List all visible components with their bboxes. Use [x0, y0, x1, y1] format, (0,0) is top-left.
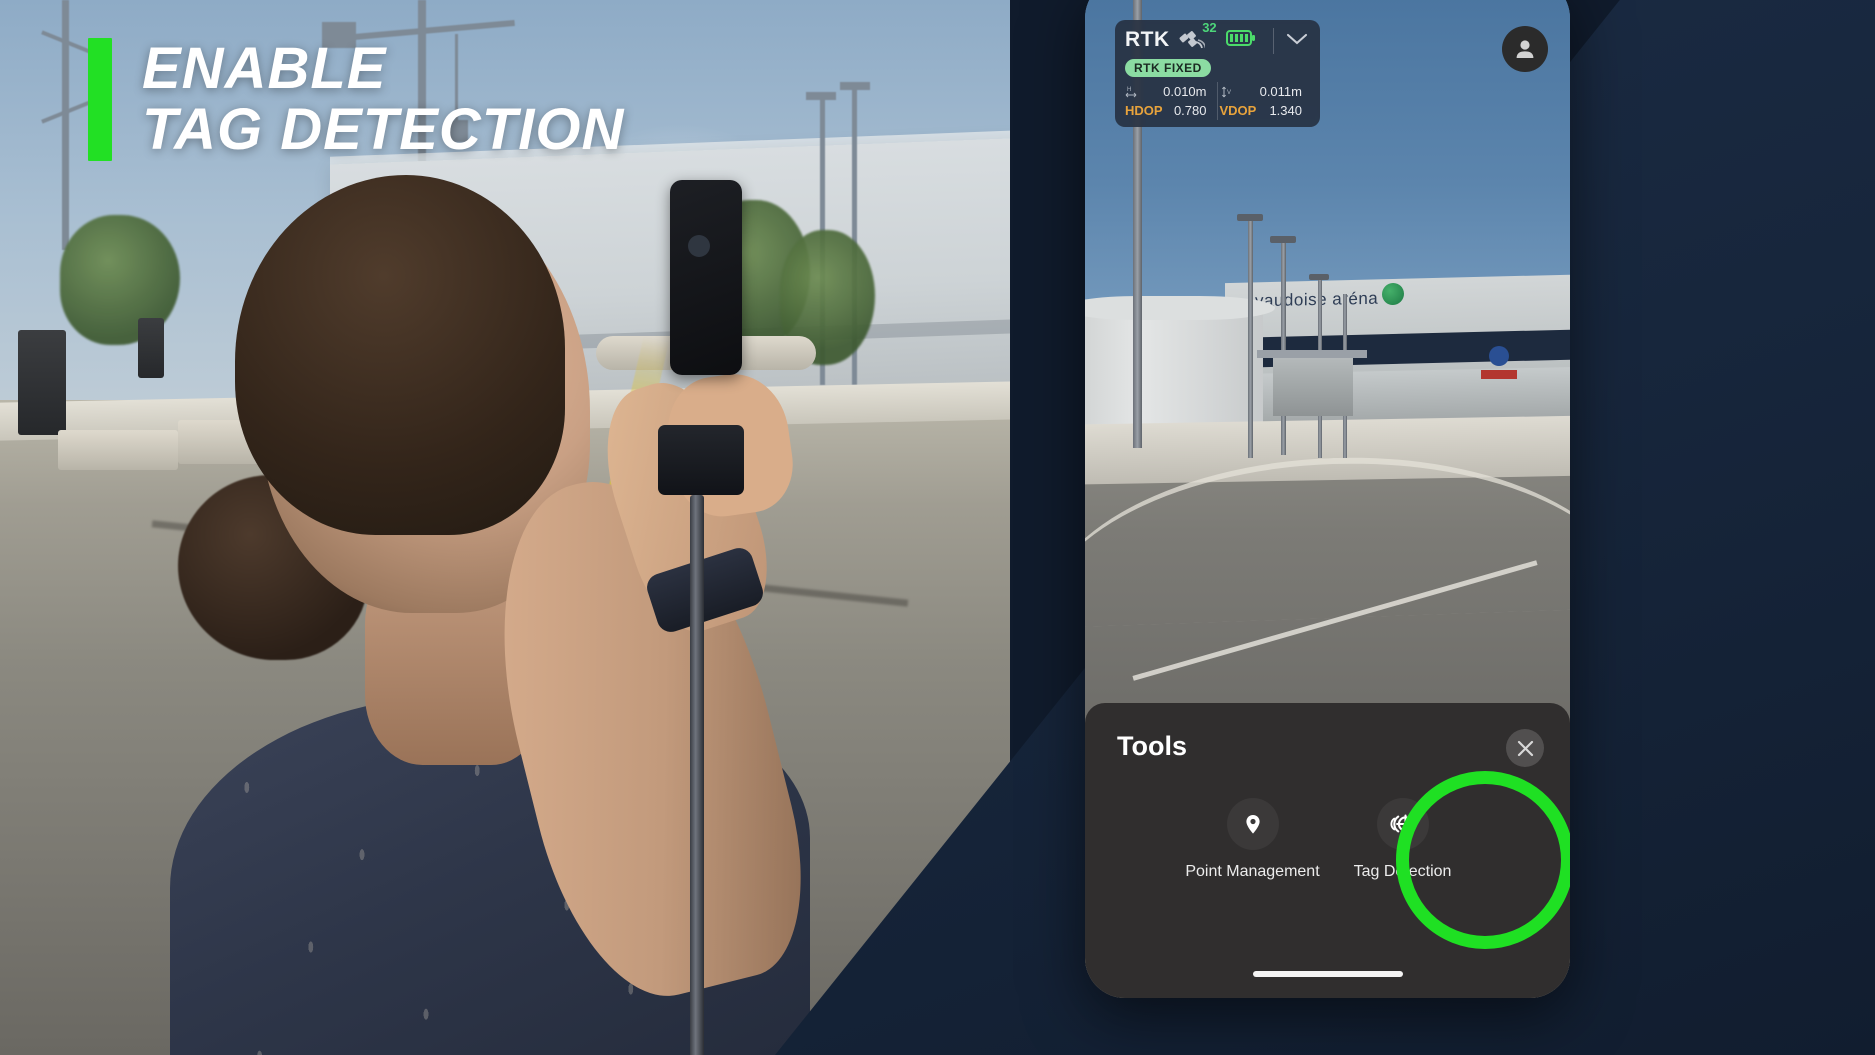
satellite-count: 32	[1202, 20, 1217, 35]
camera-pole-a	[1248, 218, 1253, 458]
tools-grid: Point Management Tag Detection	[1085, 771, 1570, 949]
vertical-accuracy-value: 0.011m	[1259, 84, 1302, 99]
horizontal-accuracy-cell: H 0.010m	[1123, 82, 1218, 101]
headline-text: ENABLE TAG DETECTION	[142, 38, 624, 161]
close-icon[interactable]	[1506, 729, 1544, 767]
camera-kiosk	[1273, 358, 1353, 416]
satellite-icon: 32	[1179, 20, 1217, 51]
camera-lamp-c	[1309, 274, 1329, 280]
hdop-cell: HDOP 0.780	[1123, 101, 1218, 120]
vdop-label: VDOP	[1219, 103, 1257, 118]
tools-bottom-sheet: Tools Point Management Tag Detection	[1085, 703, 1570, 998]
camera-lamp-b	[1270, 236, 1296, 243]
rtk-fix-badge-row: RTK FIXED	[1115, 58, 1320, 80]
device-camera-lens	[688, 235, 710, 257]
rtk-label: RTK	[1125, 28, 1170, 51]
hdop-label: HDOP	[1125, 103, 1163, 118]
tag-target-icon	[1376, 798, 1429, 850]
horizontal-accuracy-icon: H	[1125, 85, 1137, 99]
home-indicator[interactable]	[1252, 971, 1403, 977]
screenshot-root: ENABLE TAG DETECTION vaudoise aréna RTK …	[0, 0, 1875, 1055]
crane-mast-left	[62, 0, 69, 250]
light-head-b	[840, 82, 870, 90]
headline-line-1: ENABLE	[142, 36, 387, 101]
vertical-accuracy-cell: V 0.011m	[1218, 82, 1313, 101]
map-pin-icon	[1226, 798, 1279, 850]
cylindrical-structure-top	[1085, 296, 1275, 320]
tool-point-management[interactable]: Point Management	[1178, 798, 1328, 881]
camera-signpost	[1489, 346, 1509, 366]
camera-lamp-a	[1237, 214, 1263, 221]
tool-tag-detection[interactable]: Tag Detection	[1328, 798, 1478, 881]
tool-tag-detection-label: Tag Detection	[1353, 863, 1452, 880]
headline-accent-bar	[88, 38, 112, 161]
headline-line-2: TAG DETECTION	[142, 97, 625, 163]
svg-text:H: H	[1127, 87, 1131, 93]
survey-pole	[690, 495, 704, 1055]
rtk-status-header: RTK 32	[1115, 20, 1320, 58]
rtk-metrics-grid: H 0.010m V 0.011m HDOP 0.780 VDOP 1.340	[1115, 80, 1320, 120]
horizontal-accuracy-value: 0.010m	[1163, 84, 1207, 99]
vdop-value: 1.340	[1269, 103, 1302, 118]
camera-pole-b	[1281, 240, 1286, 455]
status-divider	[1273, 28, 1274, 54]
battery-icon	[1225, 29, 1256, 52]
chevron-down-icon[interactable]	[1286, 32, 1308, 51]
headline-block: ENABLE TAG DETECTION	[88, 38, 624, 161]
trash-bin-a	[18, 330, 66, 435]
surveyor-person	[150, 175, 850, 1055]
pole-phone-mount	[658, 425, 744, 495]
status-badge: RTK FIXED	[1125, 59, 1211, 77]
vertical-accuracy-icon: V	[1220, 85, 1232, 99]
camera-canopy	[1257, 350, 1367, 358]
person-avatar-icon[interactable]	[1502, 26, 1548, 72]
handheld-device	[670, 180, 742, 375]
camera-sign-band	[1481, 370, 1517, 379]
phone-mockup: vaudoise aréna RTK 32 RTK FIXED H 0.010m…	[1085, 0, 1570, 998]
rtk-status-card[interactable]: RTK 32 RTK FIXED H 0.010m V 0.011m HDOP …	[1115, 20, 1320, 127]
tools-panel-title: Tools	[1117, 731, 1187, 761]
svg-text:V: V	[1227, 90, 1231, 96]
light-head-a	[806, 92, 836, 100]
vdop-cell: VDOP 1.340	[1218, 101, 1313, 120]
hdop-value: 0.780	[1173, 103, 1207, 118]
person-hair	[235, 175, 565, 535]
tool-point-management-label: Point Management	[1185, 863, 1320, 880]
